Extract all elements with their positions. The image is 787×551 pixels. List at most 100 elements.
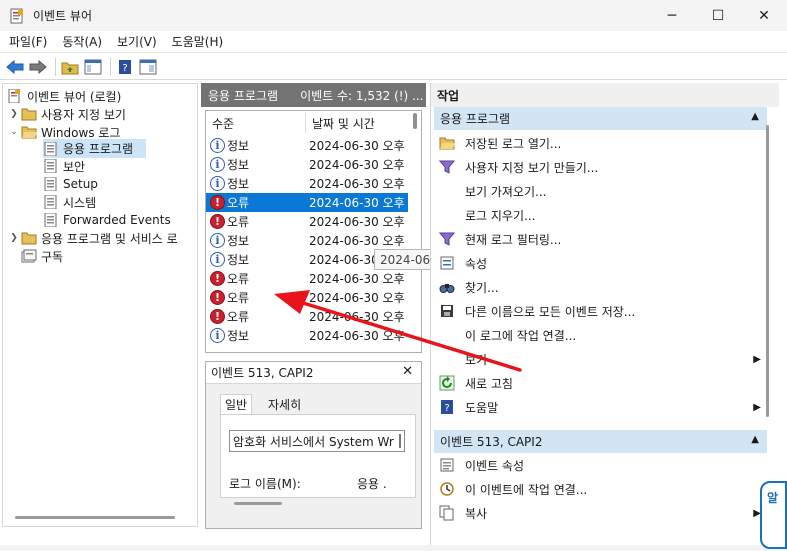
action-item[interactable]: 새로 고침 bbox=[434, 371, 767, 395]
tree-label: Forwarded Events bbox=[63, 213, 171, 227]
tree-item-setup-log[interactable]: Setup bbox=[43, 175, 98, 193]
tree-item-apps-services[interactable]: ❯ 응용 프로그램 및 서비스 로 bbox=[9, 229, 178, 247]
event-level: 오류 bbox=[227, 196, 250, 210]
table-row[interactable]: ! 오류 2024-06-30 오후 bbox=[206, 193, 408, 212]
event-properties-icon bbox=[439, 457, 455, 473]
action-item[interactable]: 이벤트 속성 bbox=[434, 453, 767, 477]
actions-section-event[interactable]: 이벤트 513, CAPI2 ▲ bbox=[434, 430, 767, 453]
action-item[interactable]: 이 이벤트에 작업 연결... bbox=[434, 477, 767, 501]
maximize-button[interactable]: ☐ bbox=[695, 0, 741, 31]
info-icon: i bbox=[210, 157, 225, 172]
actions-section-application[interactable]: 응용 프로그램 ▲ bbox=[434, 107, 767, 130]
table-row[interactable]: i 정보 2024-06-30 오후 bbox=[206, 174, 408, 193]
action-label: 복사 bbox=[465, 506, 488, 521]
overlay-widget[interactable]: 알 bbox=[760, 481, 787, 549]
tree-label: Windows 로그 bbox=[41, 125, 121, 140]
log-icon bbox=[44, 177, 57, 191]
column-divider[interactable] bbox=[305, 113, 306, 133]
table-row[interactable]: i 정보 2024-06-30 오후 bbox=[206, 136, 408, 155]
table-row[interactable]: i 정보 2024-06-30 오후 bbox=[206, 155, 408, 174]
tree-item-application-log[interactable]: 응용 프로그램 bbox=[43, 139, 146, 158]
action-item[interactable]: ? 도움말 ▶ bbox=[434, 395, 767, 419]
action-item[interactable]: 사용자 지정 보기 만들기... bbox=[434, 155, 767, 179]
tree-item-root[interactable]: 이벤트 뷰어 (로컬) bbox=[7, 87, 121, 105]
menu-file[interactable]: 파일(F) bbox=[0, 33, 53, 50]
event-viewer-icon bbox=[8, 89, 20, 103]
menu-help[interactable]: 도움말(H) bbox=[163, 33, 230, 50]
event-detail-pane: 이벤트 513, CAPI2 ✕ 일반 자세히 암호화 서비스에서 System… bbox=[205, 361, 422, 529]
action-item[interactable]: 이 로그에 작업 연결... bbox=[434, 323, 767, 347]
action-item[interactable]: 다른 이름으로 모든 이벤트 저장... bbox=[434, 299, 767, 323]
tree-label: 응용 프로그램 및 서비스 로 bbox=[41, 231, 178, 246]
close-button[interactable]: ✕ bbox=[741, 0, 787, 31]
description-scrollbar[interactable] bbox=[399, 434, 401, 448]
forward-button[interactable] bbox=[28, 57, 48, 77]
horizontal-scrollbar[interactable] bbox=[234, 502, 282, 505]
event-description[interactable]: 암호화 서비스에서 System Wr bbox=[229, 430, 405, 452]
tree-item-system-log[interactable]: 시스템 bbox=[43, 193, 96, 211]
action-item[interactable]: 보기 가져오기... bbox=[434, 179, 767, 203]
tab-details[interactable]: 자세히 bbox=[264, 394, 305, 414]
tree-item-custom-views[interactable]: ❯ 사용자 지정 보기 bbox=[9, 105, 126, 123]
show-hide-tree-button[interactable] bbox=[83, 57, 103, 77]
event-level: 정보 bbox=[227, 234, 250, 248]
info-icon: i bbox=[210, 328, 225, 343]
column-header-level[interactable]: 수준 bbox=[212, 111, 234, 135]
action-item[interactable]: 저장된 로그 열기... bbox=[434, 131, 767, 155]
help-button[interactable]: ? bbox=[115, 57, 135, 77]
info-icon: i bbox=[210, 252, 225, 267]
vertical-scrollbar[interactable] bbox=[413, 113, 417, 129]
event-level: 정보 bbox=[227, 139, 250, 153]
minimize-button[interactable]: ─ bbox=[649, 0, 695, 31]
event-date: 2024-06-30 오후 bbox=[309, 158, 405, 172]
tree-label: 이벤트 뷰어 (로컬) bbox=[27, 89, 122, 104]
chevron-right-icon[interactable]: ❯ bbox=[9, 233, 19, 243]
close-icon[interactable]: ✕ bbox=[402, 364, 413, 379]
table-row[interactable]: ! 오류 2024-06-30 오후 bbox=[206, 269, 408, 288]
collapse-icon[interactable]: ▲ bbox=[751, 434, 759, 445]
action-item[interactable]: 로그 지우기... bbox=[434, 203, 767, 227]
back-button[interactable] bbox=[5, 57, 25, 77]
table-row[interactable]: ! 오류 2024-06-30 오후 bbox=[206, 212, 408, 231]
action-item[interactable]: 찾기... bbox=[434, 275, 767, 299]
log-name-label: 로그 이름(M): bbox=[229, 477, 301, 491]
column-header-date[interactable]: 날짜 및 시간 bbox=[312, 111, 375, 135]
action-item[interactable]: 현재 로그 필터링... bbox=[434, 227, 767, 251]
up-folder-button[interactable] bbox=[60, 57, 80, 77]
action-label: 로그 지우기... bbox=[465, 208, 536, 223]
action-item[interactable]: 복사 ▶ bbox=[434, 501, 767, 525]
info-icon: i bbox=[210, 176, 225, 191]
collapse-icon[interactable]: ▲ bbox=[751, 111, 759, 122]
table-row[interactable]: ! 오류 2024-06-30 오후 bbox=[206, 288, 408, 307]
chevron-down-icon[interactable]: ⌄ bbox=[9, 127, 19, 137]
event-level: 오류 bbox=[227, 215, 250, 229]
table-row[interactable]: i 정보 2024-06-30 오후 bbox=[206, 326, 408, 345]
action-item[interactable]: 보기 ▶ bbox=[434, 347, 767, 371]
folder-open-icon bbox=[21, 126, 37, 139]
vertical-scrollbar[interactable] bbox=[766, 125, 769, 417]
folder-icon bbox=[21, 232, 37, 245]
tree-item-forwarded-events[interactable]: Forwarded Events bbox=[43, 211, 171, 229]
status-bar bbox=[0, 545, 787, 551]
menu-view[interactable]: 보기(V) bbox=[108, 33, 163, 50]
show-hide-action-pane-button[interactable] bbox=[138, 57, 158, 77]
action-label: 다른 이름으로 모든 이벤트 저장... bbox=[465, 304, 636, 319]
event-date: 2024-06-30 오후 bbox=[309, 291, 405, 305]
detail-title: 이벤트 513, CAPI2 ✕ bbox=[206, 362, 421, 384]
chevron-right-icon[interactable]: ❯ bbox=[9, 109, 19, 119]
horizontal-scrollbar[interactable] bbox=[15, 516, 175, 519]
tab-general[interactable]: 일반 bbox=[220, 394, 253, 414]
section-title: 이벤트 513, CAPI2 bbox=[440, 435, 543, 449]
tree-item-security-log[interactable]: 보안 bbox=[43, 157, 85, 175]
action-pane-icon bbox=[139, 59, 157, 74]
table-row[interactable]: ! 오류 2024-06-30 오후 bbox=[206, 307, 408, 326]
actions-pane: 작업 응용 프로그램 ▲ 저장된 로그 열기... 사용자 지정 보기 만들기..… bbox=[430, 83, 779, 545]
action-item[interactable]: 속성 bbox=[434, 251, 767, 275]
menu-action[interactable]: 동작(A) bbox=[53, 33, 108, 50]
table-row[interactable]: i 정보 2024-06-30 오후 bbox=[206, 231, 408, 250]
info-icon: i bbox=[210, 138, 225, 153]
action-label: 보기 bbox=[465, 352, 488, 367]
tree-item-subscriptions[interactable]: 구독 bbox=[21, 247, 63, 265]
action-label: 속성 bbox=[465, 256, 488, 271]
submenu-arrow-icon: ▶ bbox=[753, 401, 761, 413]
